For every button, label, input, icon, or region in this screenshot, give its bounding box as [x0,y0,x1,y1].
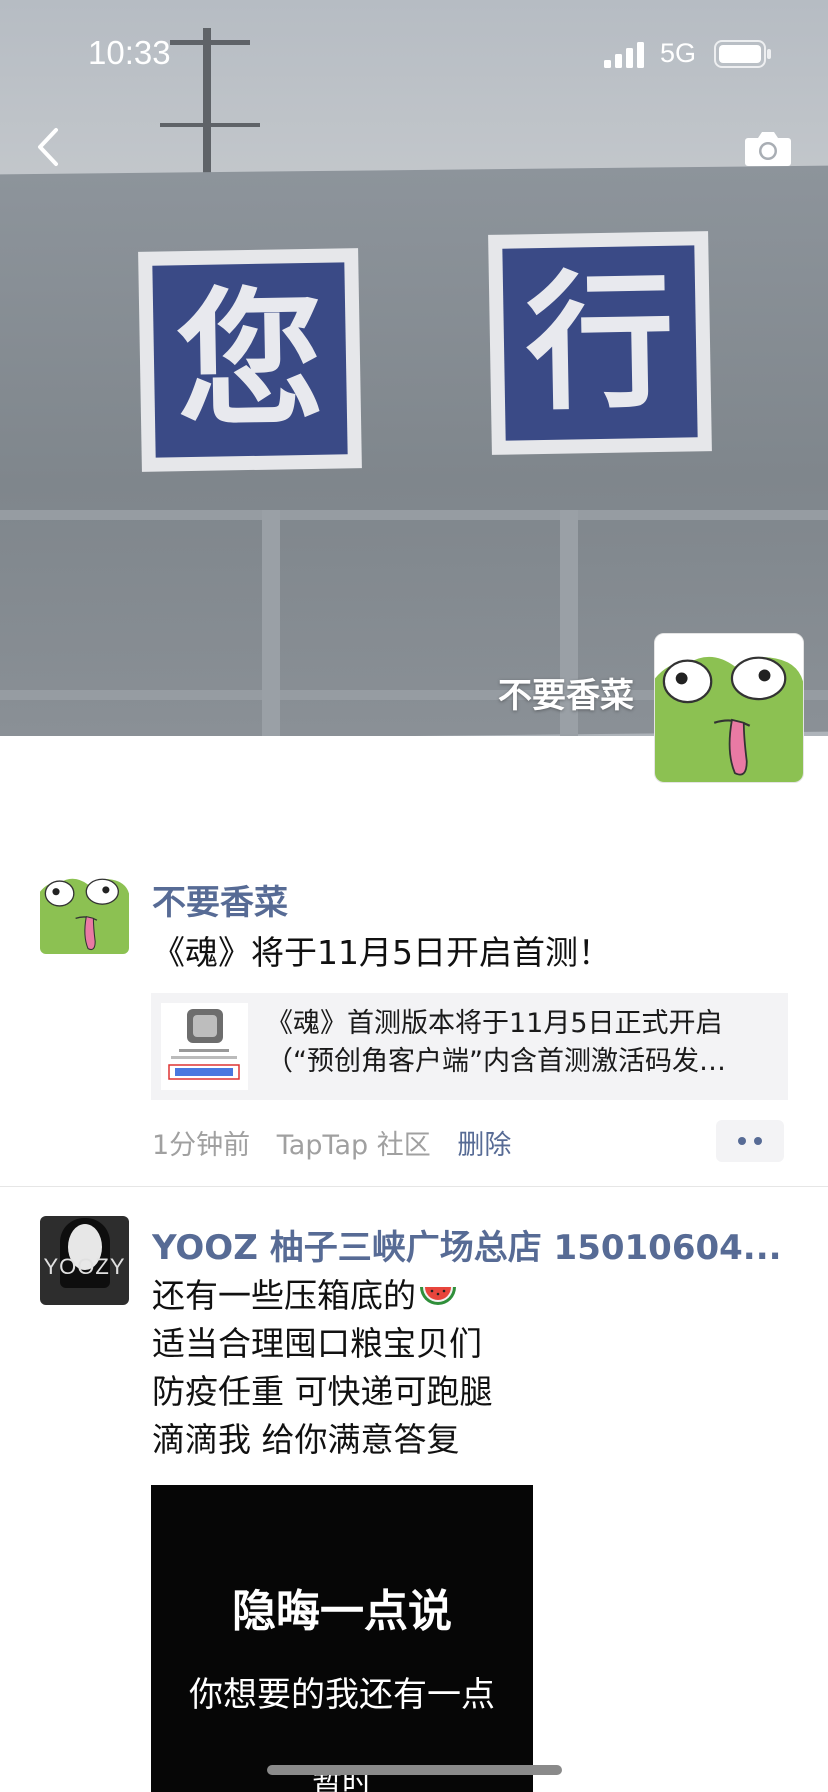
cover-sign-right-text: 行 [502,245,698,441]
status-time: 10:33 [88,34,171,71]
more-dots-icon [738,1137,762,1145]
post-avatar[interactable] [40,865,129,954]
network-type: 5G [660,38,697,68]
cover-rail [0,510,828,520]
post-image-text: 你想要的我还有一点 [189,1675,495,1715]
post-meta: 1分钟前 TapTap 社区 删除 [152,1123,529,1161]
cover-user-name[interactable]: 不要香菜 [498,668,634,717]
post-text-line: 适当合理囤口粮宝贝们 [152,1324,482,1363]
cover-post [262,510,280,736]
cover-sign-right: 行 [488,231,712,455]
post-avatar[interactable]: YOOZY [40,1216,129,1305]
more-actions-button[interactable] [716,1120,784,1162]
chevron-left-icon[interactable] [30,124,66,170]
cover-sign-left-text: 您 [152,262,348,458]
battery-icon [714,40,771,68]
post-source[interactable]: TapTap 社区 [277,1130,431,1161]
post-text-line-content: 还有一些压箱底的 [152,1276,416,1315]
post-author-name[interactable]: YOOZ 柚子三峡广场总店 15010604... [152,1220,782,1269]
post-image-text: 隐晦一点说 [232,1586,452,1637]
status-bar: 10:33 5G [0,0,828,108]
signal-strength-icon [604,42,644,68]
frog-avatar-image [40,865,129,954]
post-text-line: 滴滴我 给你满意答复 [152,1420,460,1459]
post-divider [0,1186,828,1187]
cover-photo[interactable]: 您 行 [0,0,828,736]
utility-pole-crossbar [160,123,260,127]
home-indicator[interactable] [267,1765,562,1775]
camera-icon[interactable] [744,128,792,168]
post-time: 1分钟前 [152,1130,251,1161]
avatar-brand-text: YOOZY [43,1254,126,1279]
post-text: 《魂》将于11月5日开启首测！ [152,933,611,972]
post-author-name[interactable]: 不要香菜 [152,875,288,924]
delete-button[interactable]: 删除 [457,1130,511,1161]
shared-link-thumbnail [161,1003,248,1090]
watermelon-emoji-icon [420,1286,456,1305]
frog-avatar-image [655,634,803,782]
post-image[interactable]: 隐晦一点说 你想要的我还有一点 暂时 [151,1485,533,1792]
post-text-line: 还有一些压箱底的 [152,1272,458,1319]
shared-link-title-line2: （“预创角客户端”内含首测激活码发… [266,1046,726,1077]
post-text-line: 防疫任重 可快递可跑腿 [152,1372,493,1411]
shared-link-title-line1: 《魂》首测版本将于11月5日正式开启 [266,1008,723,1039]
shared-link-card[interactable]: 《魂》首测版本将于11月5日正式开启 （“预创角客户端”内含首测激活码发… [151,993,788,1100]
cover-sign-left: 您 [138,248,362,472]
cover-avatar[interactable] [654,633,804,783]
